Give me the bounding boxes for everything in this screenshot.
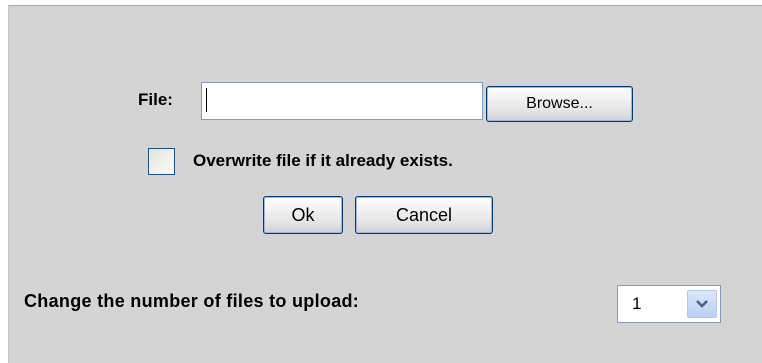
file-count-select[interactable]: 1 (617, 285, 721, 323)
overwrite-checkbox[interactable] (148, 148, 175, 175)
text-caret (206, 88, 207, 112)
file-label: File: (138, 90, 173, 109)
dropdown-button[interactable] (687, 290, 717, 318)
file-count-value: 1 (632, 294, 642, 313)
chevron-down-icon (696, 300, 708, 308)
file-path-input[interactable] (201, 82, 483, 120)
browse-button[interactable]: Browse... (486, 86, 633, 122)
cancel-button[interactable]: Cancel (355, 196, 493, 234)
overwrite-label: Overwrite file if it already exists. (193, 151, 453, 170)
ok-button[interactable]: Ok (263, 196, 343, 234)
file-count-label: Change the number of files to upload: (24, 291, 360, 311)
